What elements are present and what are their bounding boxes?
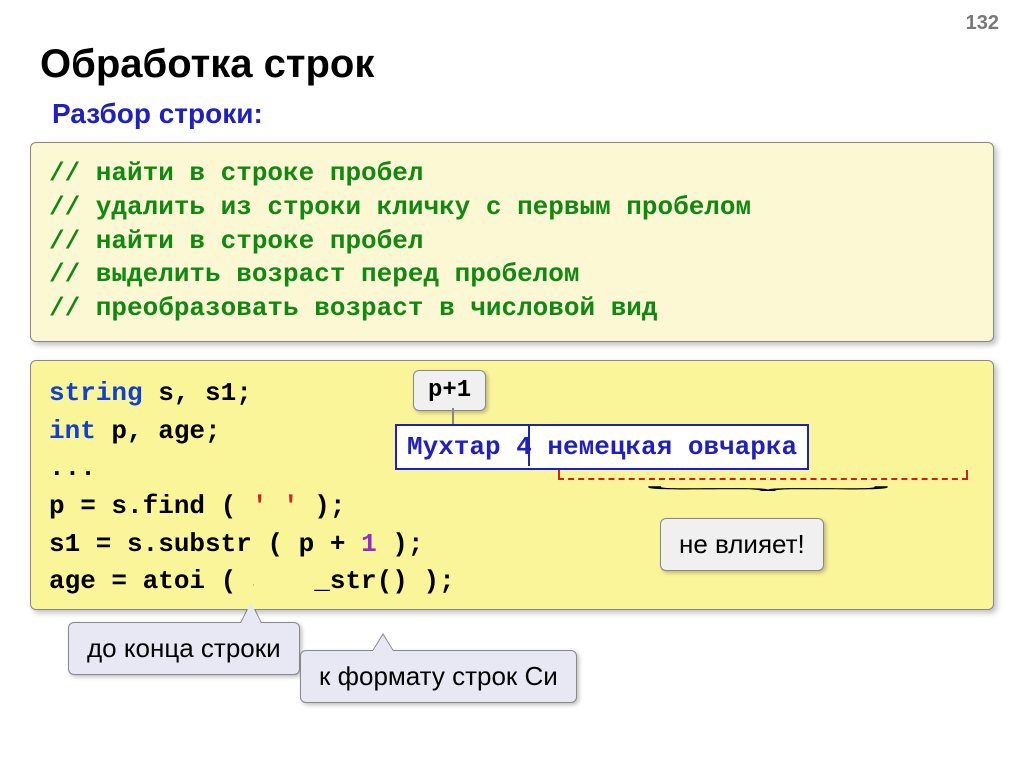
callout-text: до конца строки bbox=[87, 633, 281, 663]
code-text: p = s.find ( bbox=[49, 491, 252, 521]
code-text: s, s1; bbox=[143, 378, 252, 408]
callout-to-end: до конца строки bbox=[68, 622, 300, 675]
code-line: age = atoi ( s1.c_str() ); bbox=[49, 563, 975, 601]
subtitle: Разбор строки: bbox=[52, 98, 263, 130]
comment-line: // найти в строке пробел bbox=[49, 225, 975, 259]
comment-line: // найти в строке пробел bbox=[49, 157, 975, 191]
callout-c-format: к формату строк Си bbox=[300, 650, 577, 703]
code-text: p, age; bbox=[96, 416, 221, 446]
comment-line: // преобразовать возраст в числовой вид bbox=[49, 292, 975, 326]
sample-divider bbox=[528, 426, 530, 466]
code-line: s1 = s.substr ( p + 1 ); bbox=[49, 526, 975, 564]
dashed-line bbox=[558, 478, 968, 480]
string-literal: ' ' bbox=[252, 491, 299, 521]
comment-line: // выделить возраст перед пробелом bbox=[49, 258, 975, 292]
sample-string-box: Мухтар 4 немецкая овчарка bbox=[395, 424, 809, 470]
dashed-tick bbox=[966, 470, 968, 478]
code-line: string s, s1; bbox=[49, 375, 975, 413]
occlusion-mask bbox=[254, 566, 314, 596]
code-text: s1 = s.substr ( p + bbox=[49, 529, 361, 559]
brace-icon: ︸ bbox=[642, 481, 894, 507]
tag-p-plus-1: p+1 bbox=[413, 370, 486, 411]
comments-block: // найти в строке пробел // удалить из с… bbox=[30, 142, 994, 342]
sample-part1: Мухтар bbox=[407, 432, 516, 462]
page-number: 132 bbox=[966, 12, 999, 35]
page-title: Обработка строк bbox=[40, 42, 374, 87]
connector-line bbox=[452, 408, 454, 424]
number-literal: 1 bbox=[361, 529, 377, 559]
comment-line: // удалить из строки кличку с первым про… bbox=[49, 191, 975, 225]
kw-string: string bbox=[49, 378, 143, 408]
note-no-effect: не влияет! bbox=[660, 518, 824, 571]
kw-int: int bbox=[49, 416, 96, 446]
callout-text: к формату строк Си bbox=[319, 661, 558, 691]
sample-part2: 4 немецкая овчарка bbox=[516, 432, 797, 462]
code-text: ); bbox=[299, 491, 346, 521]
code-text: ); bbox=[377, 529, 424, 559]
dashed-tick bbox=[558, 470, 560, 478]
